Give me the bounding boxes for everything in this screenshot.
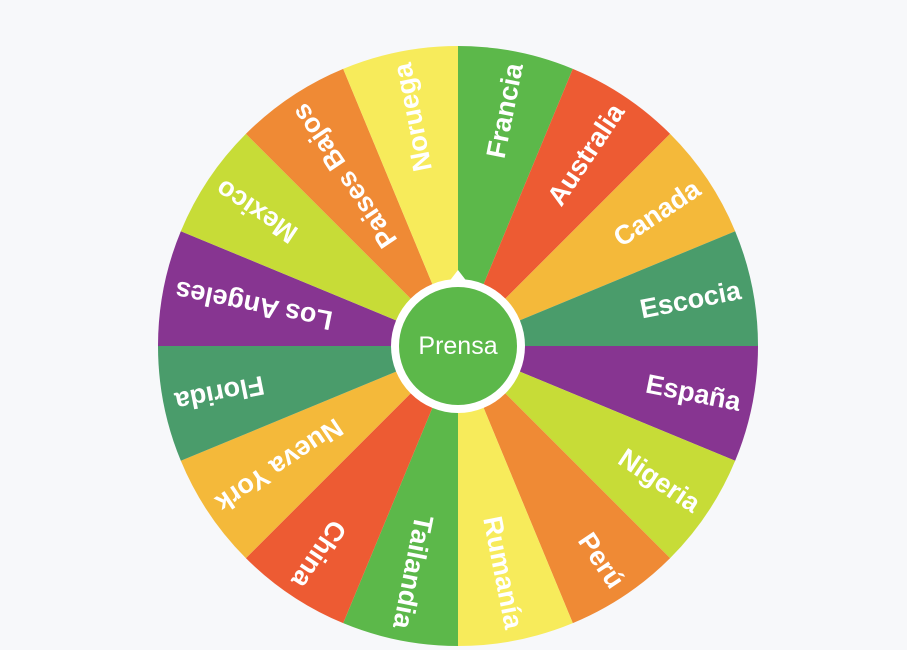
spin-wheel[interactable]: Francia AustraliaCanadaEscociaEspañaNiger… [0, 0, 907, 650]
spin-wheel-game: Francia Australia Canada Escocia España Niger… [0, 0, 907, 650]
center-label[interactable]: Prensa [418, 332, 497, 360]
